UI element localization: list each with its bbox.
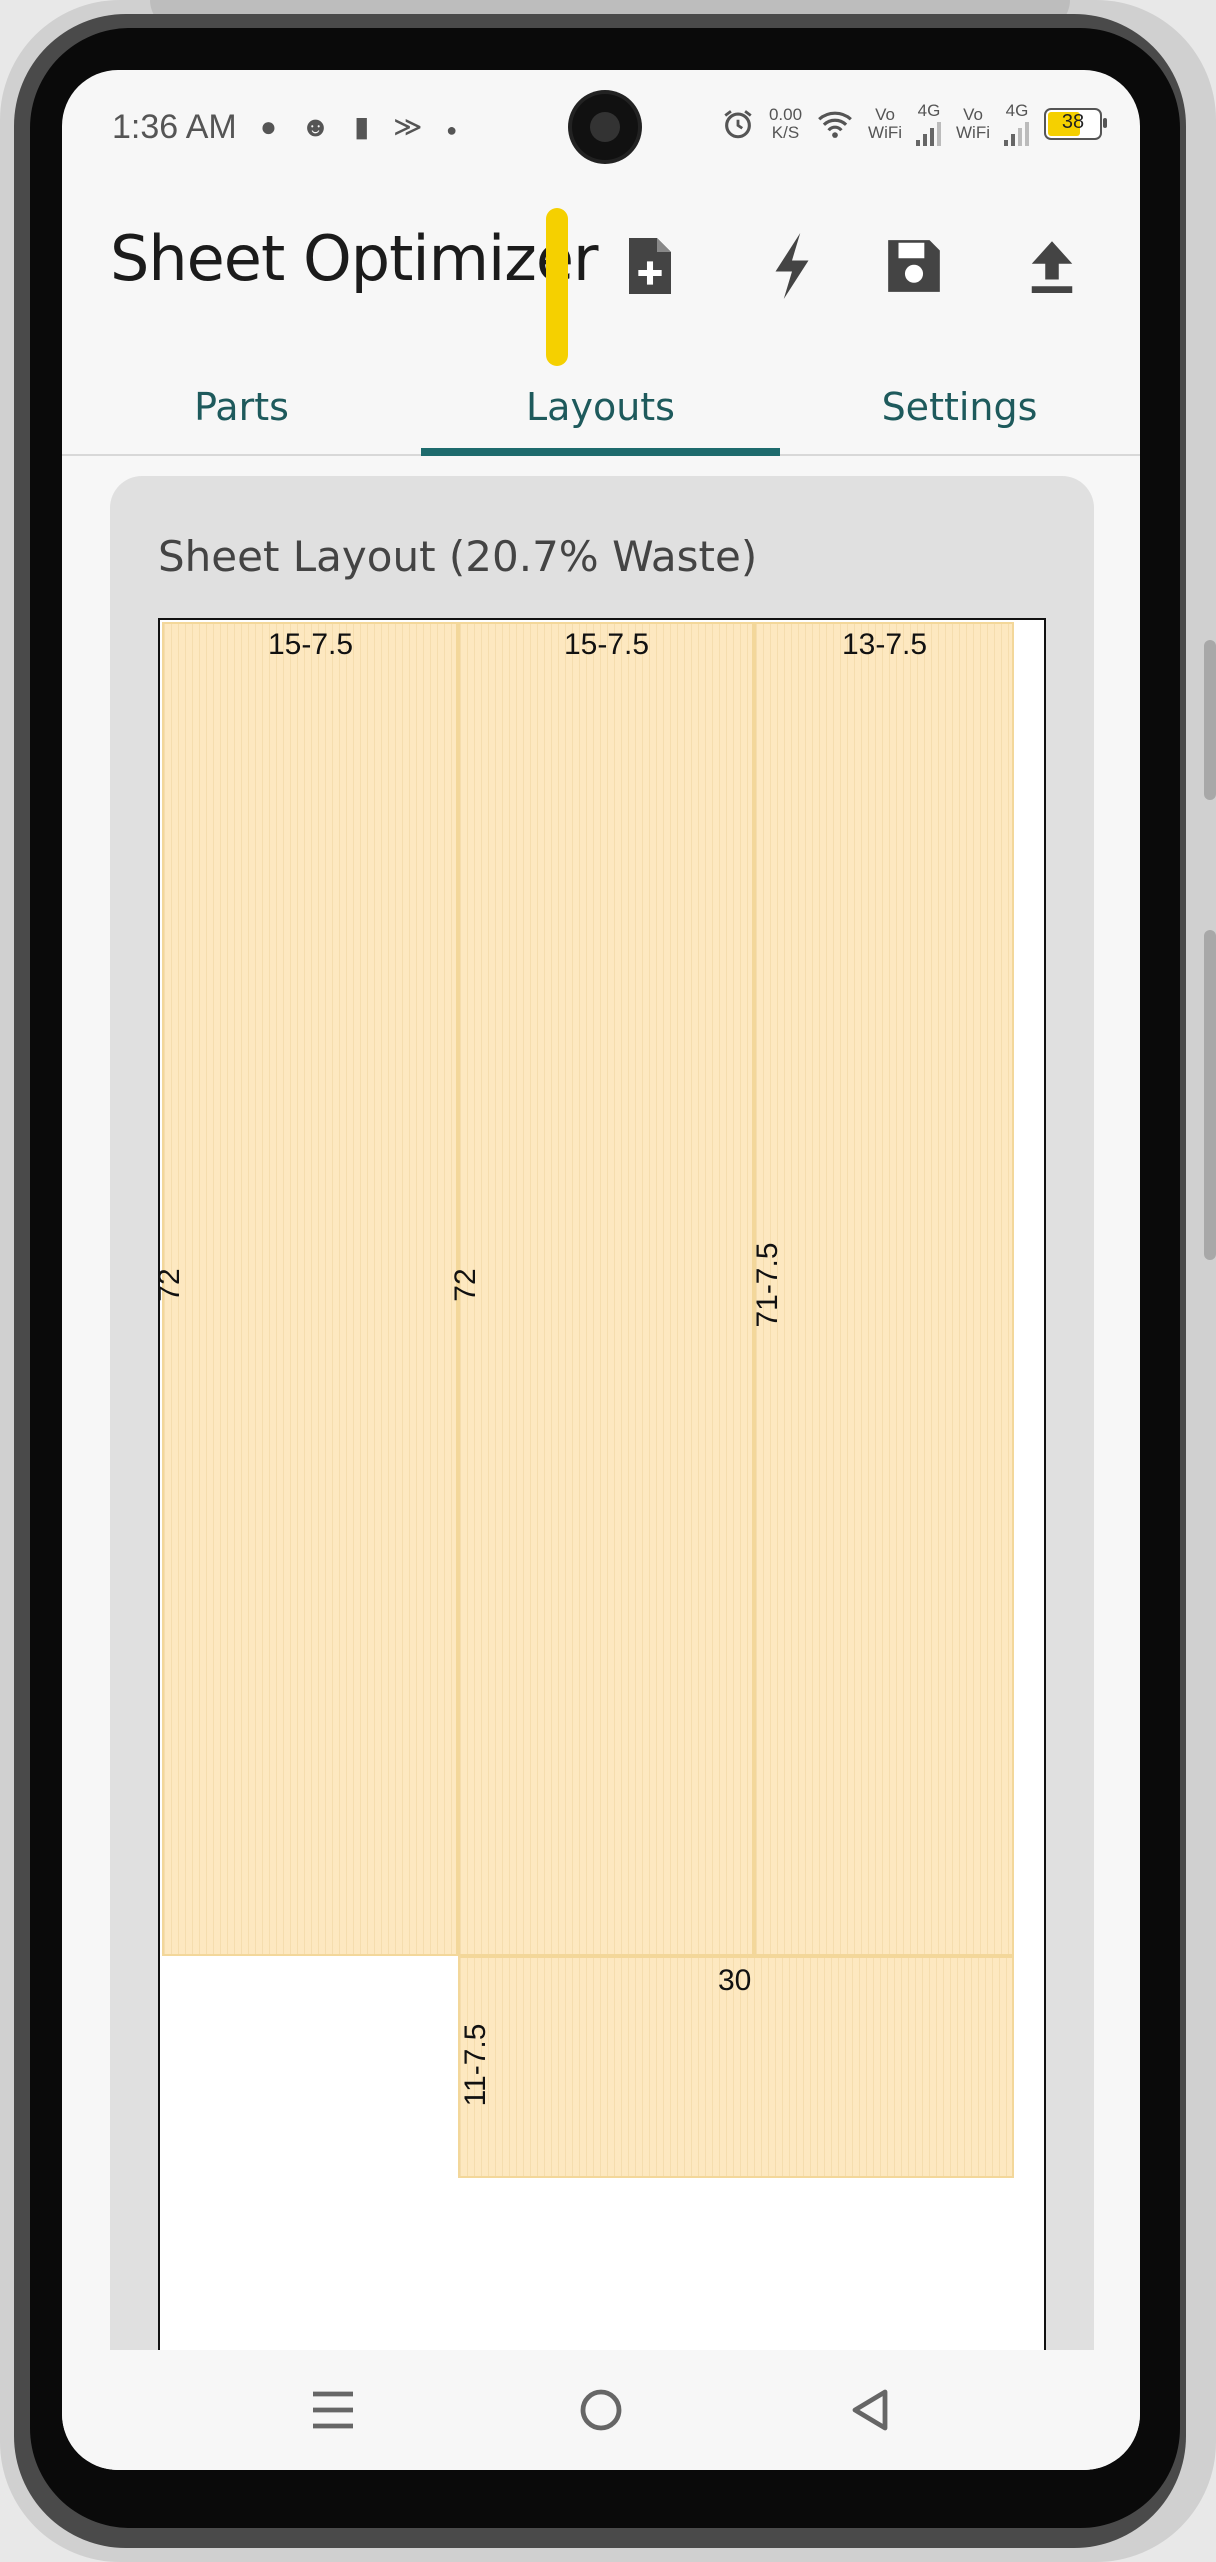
net-speed: 0.00 K/S [768, 105, 803, 142]
part-height-label: 72 [153, 1268, 186, 1302]
activity-icon: ≫ [393, 111, 431, 142]
phone-shell: 1:36 AM ● ☻ ▮ ≫ ● 0.00 K/S Vo WiFi 4G Vo… [0, 0, 1216, 2562]
dot-icon: ● [446, 120, 466, 140]
upload-button[interactable] [1012, 226, 1092, 306]
part-width-label: 30 [718, 1964, 752, 1997]
signal-1: 4G [916, 102, 942, 146]
vowifi-1: Vo WiFi [868, 105, 903, 142]
scroll-handle[interactable] [546, 208, 568, 366]
app-bar: Sheet Optimizer [62, 186, 1140, 366]
status-time: 1:36 AM [112, 108, 237, 146]
recents-button[interactable] [298, 2380, 368, 2440]
new-file-button[interactable] [610, 226, 690, 306]
tab-indicator [421, 448, 780, 456]
part-width-label: 15-7.5 [268, 628, 354, 661]
back-button[interactable] [834, 2380, 904, 2440]
sim-card-icon: ▮ [353, 111, 378, 142]
tab-bar: Parts Layouts Settings [62, 360, 1140, 456]
sheet-canvas: 15-7.5 72 15-7.5 72 13-7.5 71-7.5 30 11-… [153, 618, 1046, 2470]
notification-icons: ● ☻ ▮ ≫ ● [260, 110, 465, 143]
tab-parts[interactable]: Parts [62, 360, 421, 454]
wifi-icon [818, 111, 852, 138]
tab-layouts[interactable]: Layouts [421, 360, 780, 454]
recents-icon [313, 2391, 353, 2429]
battery-icon: 38 [1044, 108, 1107, 140]
volume-button [1204, 640, 1216, 800]
part-piece[interactable] [458, 622, 754, 1956]
vowifi-2: Vo WiFi [956, 105, 990, 142]
optimize-button[interactable] [752, 226, 832, 306]
signal-bars-icon [1004, 120, 1030, 146]
upload-icon [1031, 241, 1073, 293]
app-title: Sheet Optimizer [110, 222, 598, 295]
part-height-label: 71-7.5 [751, 1242, 784, 1328]
system-nav-bar [62, 2350, 1140, 2470]
screen: 1:36 AM ● ☻ ▮ ≫ ● 0.00 K/S Vo WiFi 4G Vo… [62, 70, 1140, 2470]
power-button [1204, 930, 1216, 1260]
save-button[interactable] [874, 226, 954, 306]
chat-icon: ● [260, 111, 285, 142]
face-icon: ☻ [300, 111, 339, 142]
front-camera [572, 94, 638, 160]
part-piece[interactable] [754, 622, 1014, 1956]
alarm-icon [724, 110, 752, 139]
tab-settings[interactable]: Settings [780, 360, 1139, 454]
home-button[interactable] [566, 2380, 636, 2440]
new-file-icon [629, 238, 671, 294]
signal-2: 4G [1004, 102, 1030, 146]
home-icon [580, 2389, 622, 2431]
save-icon [888, 240, 940, 292]
signal-bars-icon [916, 120, 942, 146]
lightning-icon [775, 233, 809, 299]
status-right-icons: 0.00 K/S Vo WiFi 4G Vo WiFi 4G 38 [721, 102, 1107, 146]
layout-card: Sheet Layout (20.7% Waste) 15-7.5 72 15-… [110, 476, 1094, 2470]
layout-title: Sheet Layout (20.7% Waste) [158, 532, 758, 581]
part-width-label: 15-7.5 [564, 628, 650, 661]
part-height-label: 72 [449, 1268, 482, 1302]
part-piece[interactable] [162, 622, 458, 1956]
back-icon [852, 2389, 888, 2431]
status-bar: 1:36 AM ● ☻ ▮ ≫ ● 0.00 K/S Vo WiFi 4G Vo… [62, 70, 1140, 186]
part-width-label: 13-7.5 [842, 628, 928, 661]
part-height-label: 11-7.5 [459, 2023, 492, 2107]
